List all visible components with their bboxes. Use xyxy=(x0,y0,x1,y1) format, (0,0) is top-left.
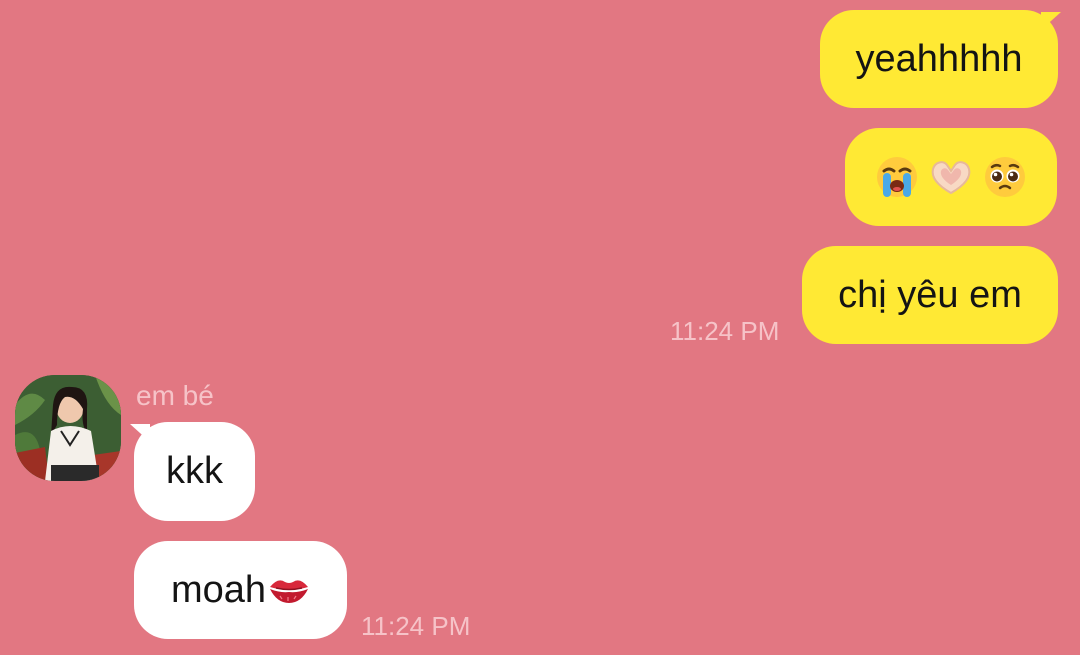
contact-avatar[interactable] xyxy=(15,375,121,481)
outgoing-message-bubble[interactable] xyxy=(845,128,1057,226)
message-timestamp: 11:24 PM xyxy=(670,316,780,346)
heart-hands-icon xyxy=(931,161,971,195)
kiss-mark-icon xyxy=(270,580,309,603)
sender-name: em bé xyxy=(136,380,214,411)
message-text: yeahhhhh xyxy=(855,37,1023,80)
avatar-photo xyxy=(15,375,121,481)
message-text: moah xyxy=(170,568,267,611)
loudly-crying-face-icon xyxy=(877,157,917,197)
emoji-row xyxy=(875,155,1027,199)
pleading-face-icon xyxy=(985,157,1025,197)
outgoing-message-bubble[interactable]: yeahhhhh xyxy=(820,10,1058,108)
incoming-message-bubble[interactable]: moah xyxy=(134,541,347,639)
message-text: chị yêu em xyxy=(838,273,1022,316)
incoming-message-bubble[interactable]: kkk xyxy=(134,422,255,521)
outgoing-message-bubble[interactable]: chị yêu em xyxy=(802,246,1058,344)
message-timestamp: 11:24 PM xyxy=(361,611,471,641)
message-text: kkk xyxy=(166,450,223,492)
